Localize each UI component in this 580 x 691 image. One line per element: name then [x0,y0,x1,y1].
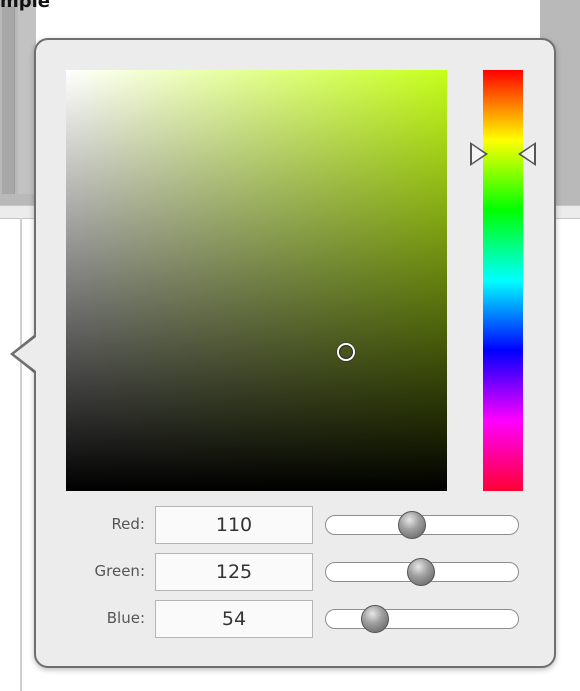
green-value-input[interactable] [155,553,313,591]
popup-pointer-inner [14,337,36,371]
background-stripe [2,6,15,194]
hue-indicator-left-icon[interactable] [470,142,488,166]
saturation-value-square[interactable] [66,70,447,491]
green-label: Green: [94,562,145,580]
background-panel-left [0,0,36,205]
red-slider-track[interactable] [325,511,519,539]
green-slider-knob[interactable] [407,558,435,586]
hue-indicator-right-icon[interactable] [518,142,536,166]
blue-channel-row: Blue: [66,600,526,640]
blue-value-input[interactable] [155,600,313,638]
red-value-input[interactable] [155,506,313,544]
blue-label: Blue: [106,609,145,627]
blue-slider-knob[interactable] [361,605,389,633]
green-slider-track[interactable] [325,558,519,586]
hue-slider-bar[interactable] [483,70,523,491]
green-channel-row: Green: [66,553,526,593]
background-divider-vertical [20,218,22,691]
blue-slider-track[interactable] [325,605,519,633]
red-label: Red: [111,515,145,533]
red-slider-knob[interactable] [398,511,426,539]
background-title: mple [0,0,51,12]
red-channel-row: Red: [66,506,526,546]
color-selection-marker[interactable] [337,343,355,361]
